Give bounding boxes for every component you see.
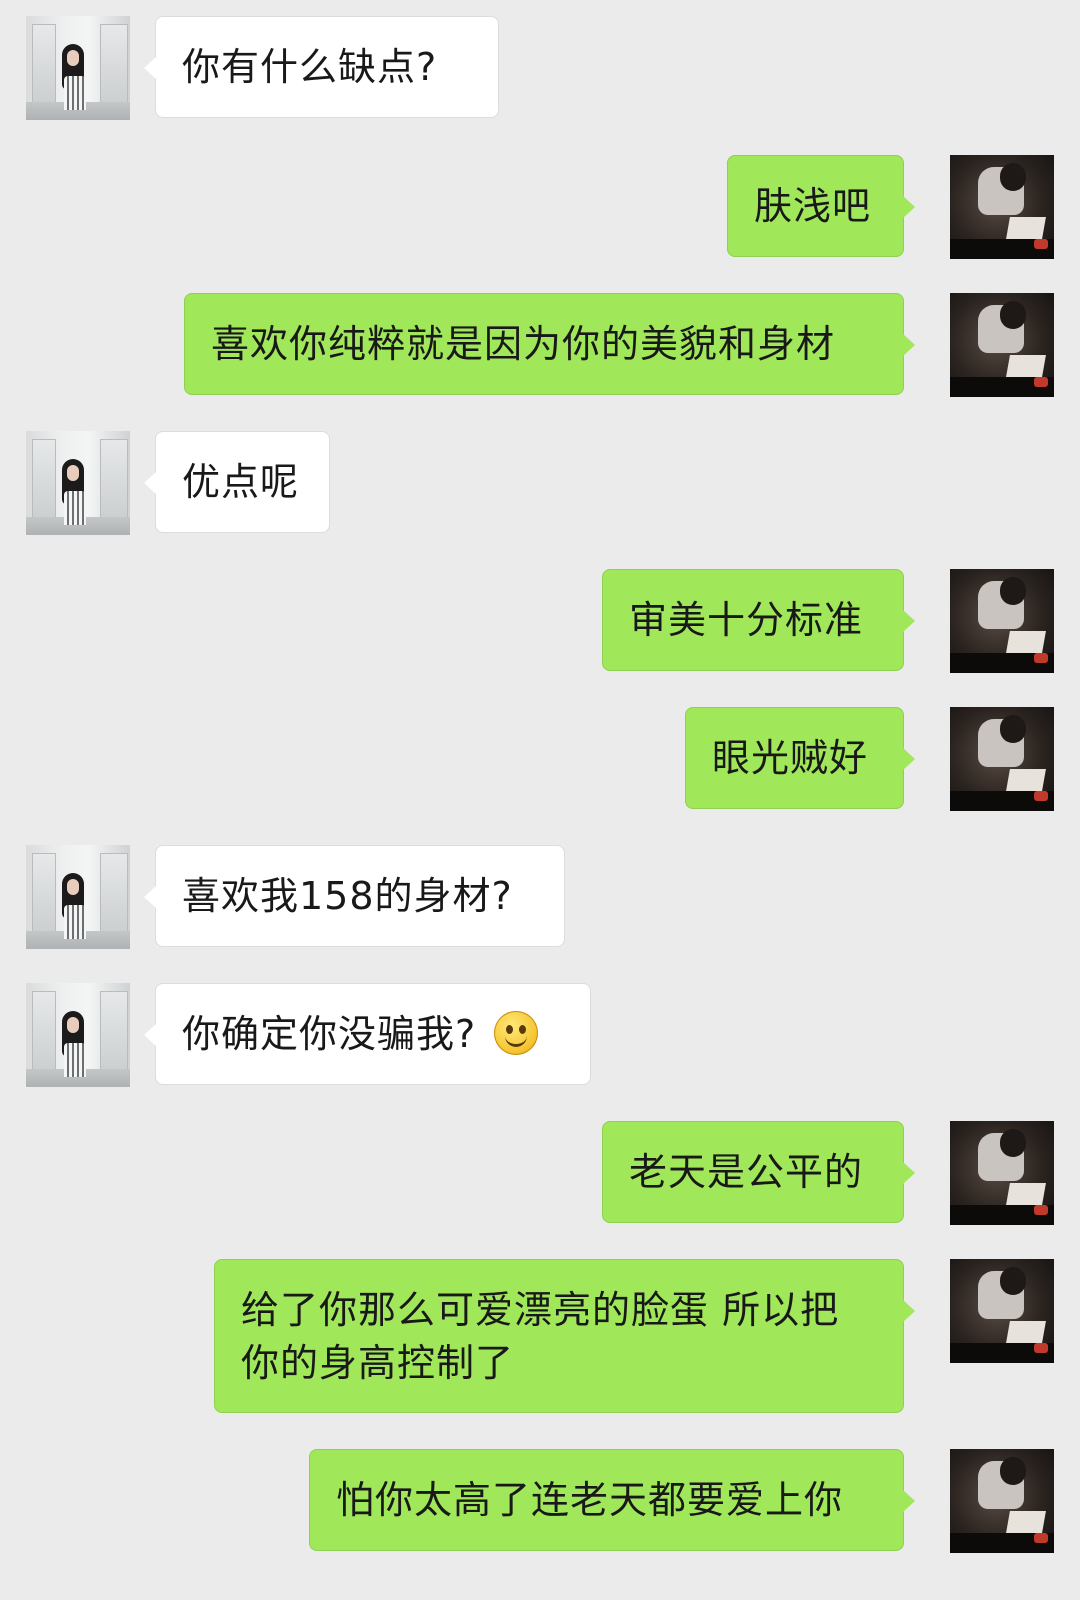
self-avatar[interactable] xyxy=(950,1259,1054,1363)
message-text: 给了你那么可爱漂亮的脸蛋 所以把 你的身高控制了 xyxy=(241,1288,840,1385)
message-text: 审美十分标准 xyxy=(629,598,864,642)
message-text: 喜欢我158的身材? xyxy=(182,874,513,918)
contact-avatar[interactable] xyxy=(26,983,130,1087)
message-text: 眼光贼好 xyxy=(712,736,869,780)
message-bubble[interactable]: 老天是公平的 xyxy=(602,1121,915,1223)
self-avatar[interactable] xyxy=(950,707,1054,811)
message-bubble[interactable]: 肤浅吧 xyxy=(727,155,915,257)
message-bubble[interactable]: 怕你太高了连老天都要爱上你 xyxy=(309,1449,915,1551)
self-avatar[interactable] xyxy=(950,155,1054,259)
message-text: 肤浅吧 xyxy=(754,184,872,228)
chat-message-list[interactable]: 你有什么缺点? 肤浅吧 喜欢你纯粹就是因为你的美貌和身材 优点呢 审美十分标准 … xyxy=(0,0,1080,1600)
message-bubble[interactable]: 喜欢我158的身材? xyxy=(144,845,565,947)
message-text: 怕你太高了连老天都要爱上你 xyxy=(336,1478,844,1522)
self-avatar[interactable] xyxy=(950,569,1054,673)
smile-emoji-icon xyxy=(494,1011,539,1055)
message-bubble[interactable]: 给了你那么可爱漂亮的脸蛋 所以把 你的身高控制了 xyxy=(214,1259,915,1413)
self-avatar[interactable] xyxy=(950,293,1054,397)
self-avatar[interactable] xyxy=(950,1121,1054,1225)
message-bubble[interactable]: 你有什么缺点? xyxy=(144,16,499,118)
contact-avatar[interactable] xyxy=(26,431,130,535)
message-text: 老天是公平的 xyxy=(629,1150,864,1194)
self-avatar[interactable] xyxy=(950,1449,1054,1553)
message-bubble[interactable]: 喜欢你纯粹就是因为你的美貌和身材 xyxy=(184,293,915,395)
message-text: 你有什么缺点? xyxy=(182,45,438,89)
message-text: 优点呢 xyxy=(182,460,300,504)
message-bubble[interactable]: 优点呢 xyxy=(144,431,330,533)
message-bubble[interactable]: 眼光贼好 xyxy=(685,707,915,809)
message-bubble[interactable]: 审美十分标准 xyxy=(602,569,915,671)
message-text: 你确定你没骗我? xyxy=(182,1012,477,1056)
contact-avatar[interactable] xyxy=(26,845,130,949)
contact-avatar[interactable] xyxy=(26,16,130,120)
message-text: 喜欢你纯粹就是因为你的美貌和身材 xyxy=(211,322,836,366)
message-bubble[interactable]: 你确定你没骗我? xyxy=(144,983,591,1085)
